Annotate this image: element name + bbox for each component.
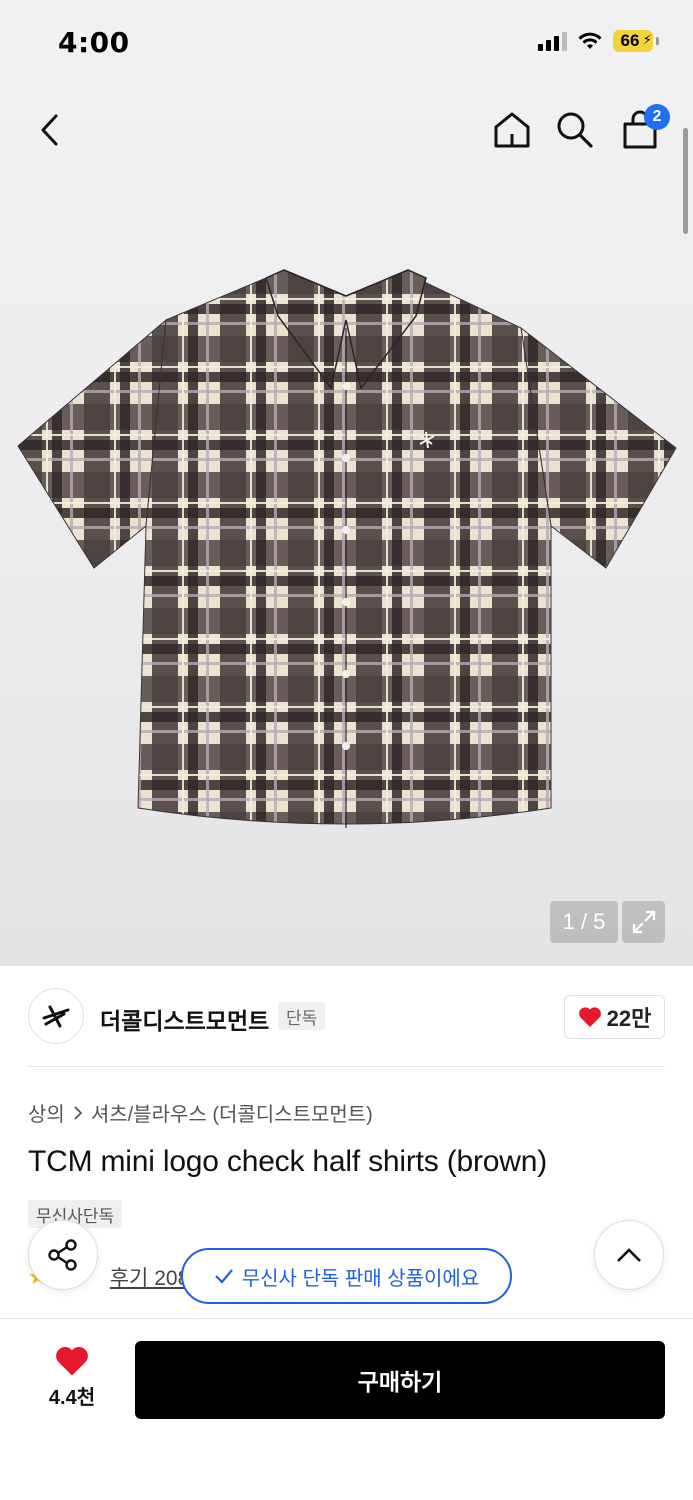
back-icon xyxy=(41,114,58,146)
scrollbar[interactable] xyxy=(683,128,688,234)
buy-button[interactable]: 구매하기 xyxy=(135,1341,665,1419)
brand-like-button[interactable]: 22만 xyxy=(564,995,665,1039)
exclusive-toast: 무신사 단독 판매 상품이에요 xyxy=(181,1248,512,1304)
wifi-icon xyxy=(578,32,602,49)
bottom-bar: 4.4천 구매하기 xyxy=(0,1318,693,1500)
share-button[interactable] xyxy=(28,1220,98,1290)
status-bar: 4:00 66 xyxy=(0,0,693,88)
heart-icon xyxy=(56,1346,88,1376)
brand-logo[interactable] xyxy=(28,988,84,1044)
expand-icon xyxy=(632,910,655,934)
cart-button[interactable]: 2 xyxy=(618,104,670,152)
wishlist-count: 4.4천 xyxy=(48,1387,96,1409)
share-icon xyxy=(48,1239,77,1271)
status-time: 4:00 xyxy=(58,26,130,59)
battery-cap xyxy=(656,37,659,45)
check-icon xyxy=(214,1269,233,1284)
breadcrumb-subcategory[interactable]: 셔츠/블라우스 (더콜디스트모먼트) xyxy=(91,1098,373,1127)
home-icon xyxy=(494,112,530,148)
battery-charging-icon: 66 xyxy=(613,30,653,52)
cart-badge: 2 xyxy=(644,104,670,130)
heart-icon xyxy=(578,1007,601,1027)
expand-button[interactable] xyxy=(622,901,665,943)
home-button[interactable] xyxy=(490,108,534,152)
product-image[interactable] xyxy=(16,268,678,842)
breadcrumb-category[interactable]: 상의 xyxy=(28,1098,65,1127)
product-title: TCM mini logo check half shirts (brown) xyxy=(28,1145,548,1178)
scroll-top-button[interactable] xyxy=(594,1220,664,1290)
image-counter: 1 / 5 xyxy=(550,901,618,943)
status-icons: 66 xyxy=(538,30,659,52)
search-icon xyxy=(557,112,593,148)
chevron-right-icon xyxy=(74,1105,83,1120)
top-nav: 2 xyxy=(0,88,693,178)
search-button[interactable] xyxy=(553,108,597,152)
star-logo-icon xyxy=(42,1005,70,1028)
product-gallery[interactable]: 2 1 / 5 xyxy=(0,88,693,966)
brand-like-count: 22만 xyxy=(606,1006,652,1031)
toast-message: 무신사 단독 판매 상품이에요 xyxy=(241,1267,480,1290)
signal-icon xyxy=(538,31,567,51)
chevron-up-icon xyxy=(617,1248,641,1262)
review-link[interactable]: 후기 208 xyxy=(110,1262,190,1292)
divider xyxy=(28,1066,665,1067)
brand-name[interactable]: 더콜디스트모먼트 xyxy=(100,1002,269,1036)
wishlist-button[interactable]: 4.4천 xyxy=(30,1345,114,1415)
brand-row: 더콜디스트모먼트 단독 22만 xyxy=(28,988,665,1046)
brand-exclusive-tag: 단독 xyxy=(278,1002,326,1030)
back-button[interactable] xyxy=(28,108,72,152)
breadcrumb: 상의 셔츠/블라우스 (더콜디스트모먼트) xyxy=(28,1098,373,1127)
